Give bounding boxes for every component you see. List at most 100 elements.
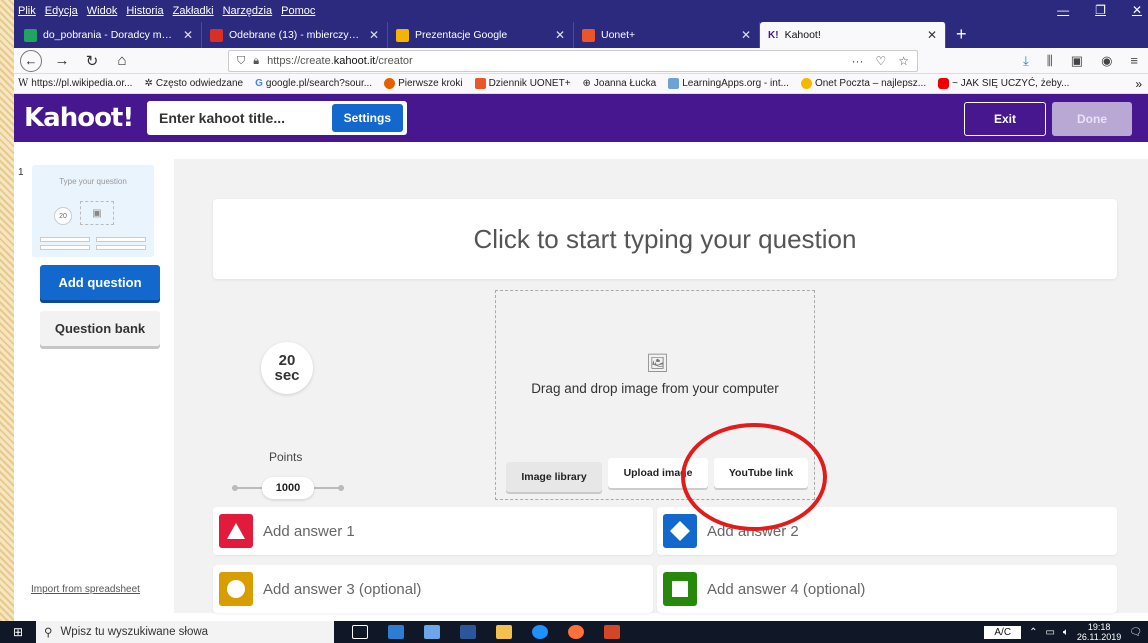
bookmark-item[interactable]: Onet Poczta – najlepsz... <box>800 78 926 89</box>
menu-view[interactable]: Widok <box>87 5 118 17</box>
menu-history[interactable]: Historia <box>126 5 163 17</box>
shield-icon[interactable]: ⛉ <box>237 55 245 68</box>
back-icon[interactable]: ← <box>20 49 42 72</box>
menu-icon[interactable]: ≡ <box>1130 53 1138 69</box>
sidebar-icon[interactable]: ▣ <box>1071 53 1083 69</box>
question-bank-button[interactable]: Question bank <box>40 311 160 346</box>
app-icon[interactable] <box>388 625 404 639</box>
timer-value: 20 <box>278 352 296 369</box>
tab-kahoot[interactable]: K! Kahoot! ✕ <box>760 22 946 48</box>
answer-2-field[interactable]: Add answer 2 <box>657 507 1117 555</box>
onet-icon <box>800 78 812 89</box>
file-explorer-icon[interactable] <box>496 625 512 639</box>
upload-image-button[interactable]: Upload image <box>608 458 708 488</box>
add-question-button[interactable]: Add question <box>40 265 160 300</box>
kahoot-title-field[interactable]: Enter kahoot title... Settings <box>147 101 407 135</box>
answer-1-field[interactable]: Add answer 1 <box>213 507 653 555</box>
bookmark-item[interactable]: Dziennik UONET+ <box>474 78 571 89</box>
media-dropzone[interactable]: 🖼︎ Drag and drop image from your compute… <box>495 290 815 500</box>
bookmark-item[interactable]: ⊕ Joanna Łucka <box>583 78 657 89</box>
settings-button[interactable]: Settings <box>331 104 403 132</box>
more-actions-icon[interactable]: ··· <box>851 54 863 68</box>
question-slide-thumbnail[interactable]: 1 Type your question 20 ▣ <box>18 165 154 257</box>
points-min-dot[interactable] <box>232 485 238 491</box>
square-icon <box>663 572 697 606</box>
kahoot-logo[interactable]: Kahoot! <box>24 103 147 133</box>
slide-question: Type your question <box>59 177 127 186</box>
notifications-icon[interactable]: 🗨︎ <box>1129 627 1142 638</box>
bookmark-item[interactable]: ✲ Często odwiedzane <box>144 78 243 89</box>
task-view-icon[interactable] <box>352 625 368 639</box>
url-actions: ··· ♡ ☆ <box>851 54 909 68</box>
home-icon[interactable]: ⌂ <box>112 52 132 69</box>
pocket-icon[interactable]: ♡ <box>875 54 886 68</box>
question-input[interactable]: Click to start typing your question <box>213 199 1117 279</box>
slide-answer <box>40 245 90 250</box>
network-icon[interactable]: ▭ <box>1045 627 1054 638</box>
tab-close-icon[interactable]: ✕ <box>369 28 379 42</box>
minimize-icon[interactable]: — <box>1057 3 1069 17</box>
powerpoint-icon[interactable] <box>604 625 620 639</box>
bookmark-star-icon[interactable]: ☆ <box>898 54 909 68</box>
firefox-icon <box>384 78 396 89</box>
exit-button[interactable]: Exit <box>964 102 1046 136</box>
question-sidebar: 1 Type your question 20 ▣ Add question Q… <box>14 159 174 613</box>
title-placeholder: Enter kahoot title... <box>159 110 286 126</box>
youtube-link-button[interactable]: YouTube link <box>714 458 808 488</box>
answer-4-placeholder: Add answer 4 (optional) <box>707 580 866 598</box>
tab-slides[interactable]: Prezentacje Google ✕ <box>388 22 574 48</box>
answer-3-field[interactable]: Add answer 3 (optional) <box>213 565 653 613</box>
clock[interactable]: 19:18 26.11.2019 <box>1077 622 1121 642</box>
account-icon[interactable]: ◉ <box>1101 53 1112 69</box>
answer-4-field[interactable]: Add answer 4 (optional) <box>657 565 1117 613</box>
tab-do-pobrania[interactable]: do_pobrania - Doradcy metody ✕ <box>16 22 202 48</box>
download-icon[interactable]: ⤓ <box>1023 53 1029 69</box>
menu-edit[interactable]: Edycja <box>45 5 78 17</box>
bookmark-item[interactable]: Whttps://pl.wikipedia.or... <box>18 78 132 89</box>
bookmark-item[interactable]: Ggoogle.pl/search?sour... <box>255 78 372 89</box>
reload-icon[interactable]: ↻ <box>82 52 102 70</box>
learningapps-icon <box>668 78 680 89</box>
volume-icon[interactable]: 🔈︎ <box>1063 627 1069 638</box>
menu-help[interactable]: Pomoc <box>281 5 315 17</box>
tab-close-icon[interactable]: ✕ <box>741 28 751 42</box>
menu-bookmarks[interactable]: Zakładki <box>173 5 214 17</box>
chevron-right-icon[interactable]: » <box>1135 77 1142 91</box>
word-icon[interactable] <box>460 625 476 639</box>
bookmark-item[interactable]: LearningApps.org - int... <box>668 78 789 89</box>
tab-close-icon[interactable]: ✕ <box>927 28 937 42</box>
gear-icon: ✲ <box>144 78 153 89</box>
tab-gmail[interactable]: Odebrane (13) - mbierczynska@ ✕ <box>202 22 388 48</box>
time-limit-button[interactable]: 20 sec <box>261 342 313 394</box>
firefox-icon[interactable] <box>568 625 584 639</box>
tab-uonet[interactable]: Uonet+ ✕ <box>574 22 760 48</box>
import-spreadsheet-link[interactable]: Import from spreadsheet <box>31 584 140 595</box>
edge-icon[interactable] <box>532 625 548 639</box>
url-text: https://create.kahoot.it/creator <box>267 55 413 67</box>
points-value[interactable]: 1000 <box>262 477 314 499</box>
ac-indicator[interactable]: A/C <box>984 625 1022 639</box>
uonet-icon <box>474 78 486 89</box>
menu-tools[interactable]: Narzędzia <box>223 5 273 17</box>
points-max-dot[interactable] <box>338 485 344 491</box>
restore-icon[interactable]: ❐ <box>1095 3 1106 17</box>
new-tab-icon[interactable]: + <box>946 24 977 48</box>
diamond-icon <box>663 514 697 548</box>
image-library-button[interactable]: Image library <box>506 462 602 492</box>
menu-file[interactable]: Plik <box>18 5 36 17</box>
windows-start-icon[interactable]: ⊞ <box>0 625 36 639</box>
bookmark-item[interactable]: ~ JAK SIĘ UCZYĆ, żeby... <box>938 78 1069 89</box>
close-window-icon[interactable]: ✕ <box>1132 3 1142 17</box>
search-icon: ⚲ <box>44 627 53 639</box>
app-icon[interactable] <box>424 625 440 639</box>
taskbar-search[interactable]: ⚲ Wpisz tu wyszukiwane słowa <box>36 621 334 643</box>
tab-close-icon[interactable]: ✕ <box>183 28 193 42</box>
url-bar[interactable]: ⛉ 🔒︎ https://create.kahoot.it/creator ··… <box>228 50 918 72</box>
forward-icon[interactable]: → <box>52 52 72 69</box>
bookmark-item[interactable]: Pierwsze kroki <box>384 78 463 89</box>
library-icon[interactable]: ⫼ <box>1047 53 1053 69</box>
tab-close-icon[interactable]: ✕ <box>555 28 565 42</box>
lock-icon[interactable]: 🔒︎ <box>253 55 259 68</box>
done-button[interactable]: Done <box>1052 102 1132 136</box>
chevron-up-icon[interactable]: ⌃ <box>1029 627 1037 638</box>
